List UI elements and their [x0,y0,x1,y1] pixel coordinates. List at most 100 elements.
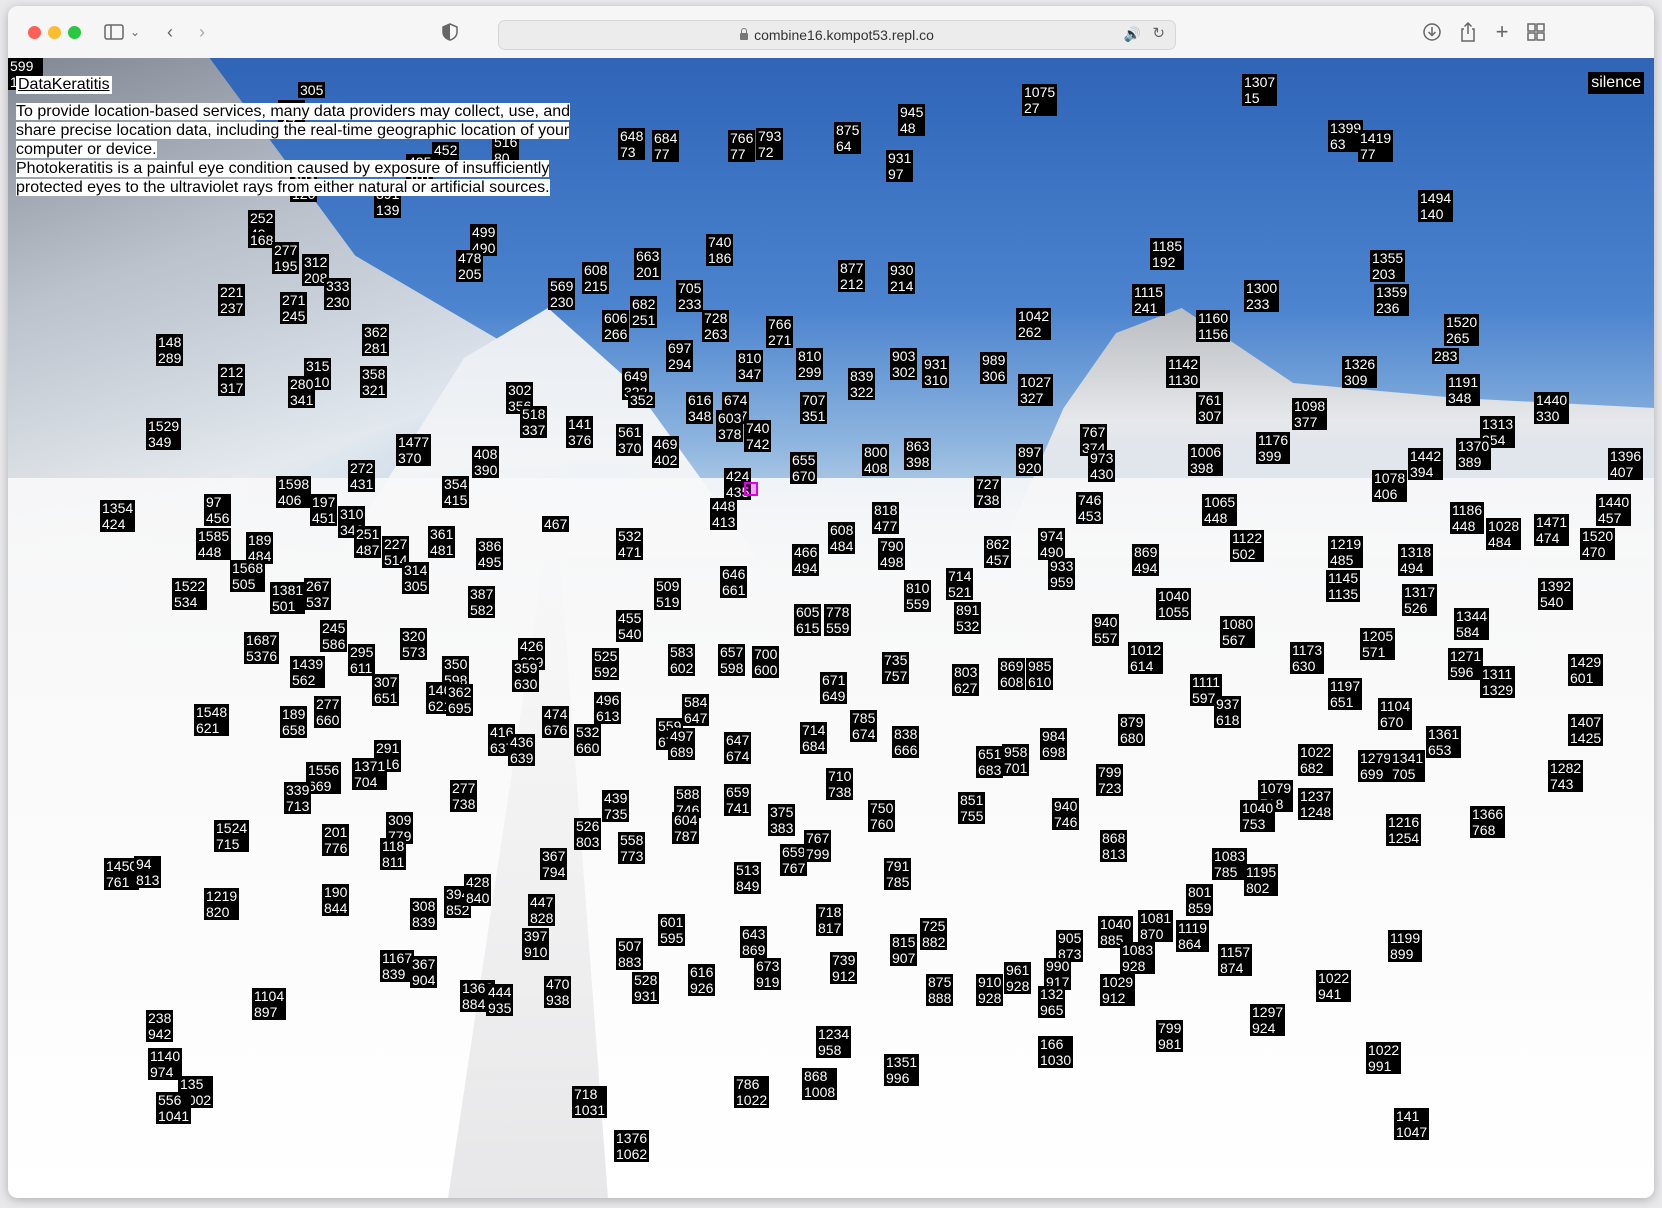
sidebar-icon[interactable] [102,20,126,44]
coordinate-label: 910 928 [976,974,1004,1006]
coordinate-label: 526 803 [574,818,602,850]
coordinate-label: 616 926 [688,964,716,996]
silence-button[interactable]: silence [1588,72,1644,94]
coordinate-label: 786 1022 [734,1076,770,1108]
coordinate-label: 189 658 [280,706,308,738]
coordinate-label: 851 755 [958,792,986,824]
coordinate-label: 428 840 [464,874,492,906]
coordinate-label: 1354 424 [100,500,136,532]
coordinate-label: 1440 457 [1596,494,1632,526]
coordinate-label: 1028 484 [1486,518,1522,550]
coordinate-label: 655 670 [790,452,818,484]
minimize-window-button[interactable] [48,26,61,39]
coordinate-label: 470 938 [544,976,572,1008]
coordinate-label: 1520 470 [1580,528,1616,560]
coordinate-label: 903 302 [890,348,918,380]
coordinate-label: 518 337 [520,406,548,438]
coordinate-label: 467 [542,516,570,532]
coordinate-label: 1279 699 [1358,750,1394,782]
coordinate-label: 1282 743 [1548,760,1584,792]
coordinate-label: 868 1008 [802,1068,838,1100]
page-title-link[interactable]: DataKeratitis [16,76,112,94]
coordinate-label: 1376 1062 [614,1130,650,1162]
coordinate-label: 1083 928 [1120,942,1156,974]
coordinate-label: 497 689 [668,728,696,760]
coordinate-label: 375 383 [768,804,796,836]
zoom-window-button[interactable] [68,26,81,39]
coordinate-label: 1366 768 [1470,806,1506,838]
coordinate-label: 1197 651 [1328,678,1363,710]
coordinate-label: 1524 715 [214,820,250,852]
coordinate-label: 1359 236 [1374,284,1410,316]
coordinate-label: 1216 1254 [1386,814,1422,846]
coordinate-label: 785 674 [850,710,878,742]
coordinate-label: 528 931 [632,972,660,1004]
coordinate-label: 295 611 [348,644,376,676]
share-icon[interactable] [1456,20,1480,44]
coordinate-label: 166 1030 [1038,1036,1074,1068]
coordinate-label: 558 773 [618,832,646,864]
close-window-button[interactable] [28,26,41,39]
coordinate-label: 961 928 [1004,962,1032,994]
coordinate-label: 1119 864 [1176,920,1210,952]
coordinate-label: 1006 398 [1188,444,1224,476]
coordinate-label: 707 351 [800,392,828,424]
tab-overview-icon[interactable] [1524,20,1548,44]
coordinate-label: 251 487 [354,526,382,558]
forward-icon[interactable]: › [190,20,214,44]
coordinate-label: 1098 377 [1292,398,1328,430]
coordinate-label: 1598 406 [276,476,312,508]
coordinate-label: 648 73 [618,128,646,160]
address-bar[interactable]: combine16.kompot53.repl.co 🔊 ↻ [498,20,1176,50]
coordinate-label: 1173 630 [1290,642,1325,674]
back-icon[interactable]: ‹ [158,20,182,44]
coordinate-label: 584 647 [682,694,710,726]
coordinate-label: 212 317 [218,364,246,396]
coordinate-label: 1585 448 [196,528,232,560]
coordinate-label: 1361 653 [1426,726,1462,758]
browser-toolbar: ⌄ ‹ › combine16.kompot53.repl.co 🔊 ↻ + [8,6,1654,59]
coordinate-label: 1140 974 [148,1048,183,1080]
coordinate-label: 358 321 [360,366,388,398]
coordinate-label: 815 907 [890,934,918,966]
coordinate-label: 1371 704 [352,758,388,790]
coordinate-label: 945 48 [898,104,926,136]
coordinate-label: 367 904 [410,956,438,988]
coordinate-label: 361 481 [428,526,456,558]
coordinate-label: 1494 140 [1418,190,1454,222]
plus-icon[interactable]: + [1490,20,1514,44]
coordinate-label: 766 77 [728,130,756,162]
download-icon[interactable] [1420,20,1444,44]
coordinate-label: 1307 15 [1242,74,1278,106]
coordinate-label: 725 882 [920,918,948,950]
coordinate-label: 931 97 [886,150,914,182]
coordinate-label: 1520 265 [1444,314,1480,346]
coordinate-label: 308 839 [410,898,438,930]
coordinate-label: 739 912 [830,952,858,984]
speaker-icon[interactable]: 🔊 [1124,26,1141,43]
coordinate-label: 800 408 [862,444,890,476]
coordinate-label: 879 680 [1118,714,1146,746]
coordinate-label: 513 849 [734,862,762,894]
coordinate-label: 1022 941 [1316,970,1352,1002]
coordinate-label: 525 592 [592,648,620,680]
coordinate-label: 793 72 [756,128,784,160]
coordinate-label: 238 942 [146,1010,174,1042]
coordinate-label: 362 695 [446,684,474,716]
coordinate-label: 1012 614 [1128,642,1164,674]
info-text: To provide location-based services, many… [16,102,576,197]
coordinate-label: 647 674 [724,732,752,764]
reload-icon[interactable]: ↻ [1152,24,1165,42]
coordinate-label: 863 398 [904,438,932,470]
coordinate-label: 1027 327 [1018,374,1054,406]
coordinate-label: 314 305 [402,562,430,594]
shield-icon[interactable] [438,20,462,44]
coordinate-label: 869 494 [1132,544,1160,576]
coordinate-label: 271 245 [280,292,308,324]
coordinate-label: 616 348 [686,392,714,424]
coordinate-label: 478 205 [456,250,484,282]
coordinate-label: 933 959 [1048,558,1076,590]
chevron-down-icon[interactable]: ⌄ [128,20,142,44]
coordinate-label: 1687 5376 [244,632,280,664]
coordinate-label: 305 [298,82,326,98]
